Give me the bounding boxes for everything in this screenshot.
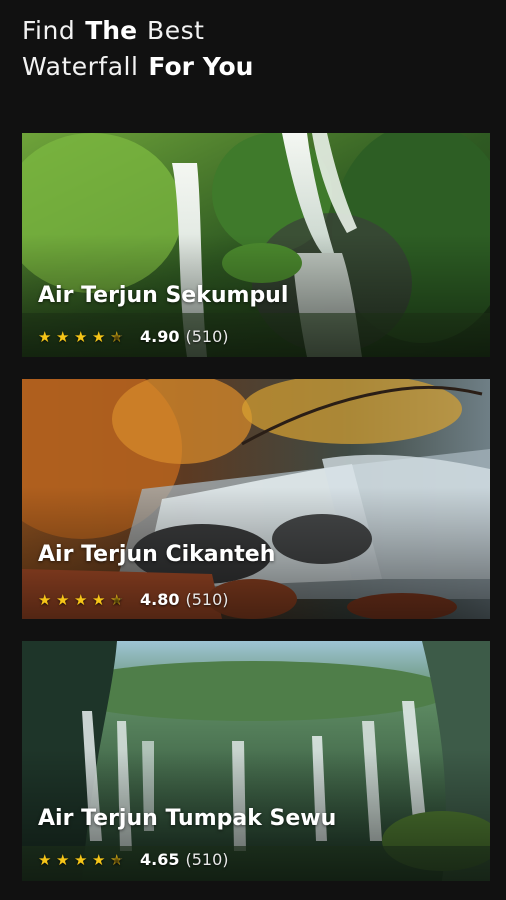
star-icon: ★ [38,850,52,869]
waterfall-card-sekumpul[interactable]: Air Terjun Sekumpul ★ ★ ★ ★ ★ 4.90 (510) [22,133,490,357]
heading-best: Best [147,16,205,45]
review-count: (510) [185,850,229,869]
review-count: (510) [185,327,229,346]
star-icon: ★ [92,590,106,609]
star-icon: ★ [56,327,70,346]
star-icon: ★ [74,850,88,869]
heading-the: The [85,16,138,45]
waterfall-card-cikanteh[interactable]: Air Terjun Cikanteh ★ ★ ★ ★ ★ 4.80 (510) [22,379,490,619]
star-rating: ★ ★ ★ ★ ★ [38,851,128,869]
half-star-icon: ★ [110,851,128,869]
star-icon: ★ [56,850,70,869]
rating-row: ★ ★ ★ ★ ★ 4.65 (510) [38,850,229,869]
rating-row: ★ ★ ★ ★ ★ 4.90 (510) [38,327,229,346]
waterfall-name: Air Terjun Cikanteh [38,542,276,567]
half-star-icon: ★ [110,328,128,346]
heading-for-you: For You [148,52,254,81]
star-rating: ★ ★ ★ ★ ★ [38,328,128,346]
waterfall-name: Air Terjun Sekumpul [38,283,289,308]
heading-waterfall: Waterfall [22,52,139,81]
star-rating: ★ ★ ★ ★ ★ [38,591,128,609]
heading-line-2: Waterfall For You [22,52,253,88]
rating-score: 4.65 [140,850,180,869]
star-icon: ★ [74,327,88,346]
review-count: (510) [185,590,229,609]
half-star-icon: ★ [110,591,128,609]
star-icon: ★ [56,590,70,609]
waterfall-card-tumpak-sewu[interactable]: Air Terjun Tumpak Sewu ★ ★ ★ ★ ★ 4.65 (5… [22,641,490,881]
rating-score: 4.90 [140,327,180,346]
rating-score: 4.80 [140,590,180,609]
star-icon: ★ [38,327,52,346]
waterfall-name: Air Terjun Tumpak Sewu [38,806,337,831]
star-icon: ★ [92,327,106,346]
star-icon: ★ [92,850,106,869]
page-heading: Find The Best Waterfall For You [22,16,253,88]
star-icon: ★ [74,590,88,609]
rating-row: ★ ★ ★ ★ ★ 4.80 (510) [38,590,229,609]
star-icon: ★ [38,590,52,609]
heading-line-1: Find The Best [22,16,253,52]
heading-find: Find [22,16,76,45]
